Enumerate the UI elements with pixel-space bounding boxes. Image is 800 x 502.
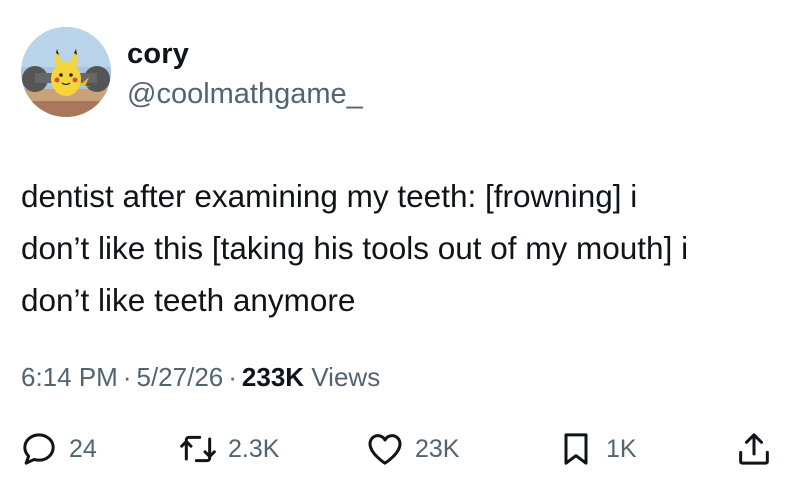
- share-icon: [739, 433, 769, 465]
- views-count: 233K: [241, 362, 305, 392]
- retweet-button[interactable]: 2.3K: [178, 424, 279, 474]
- reply-count: 24: [69, 434, 97, 463]
- bookmark-button[interactable]: 1K: [556, 424, 637, 474]
- tweet-meta: 6:14 PM · 5/27/26 · 233K Views: [21, 362, 380, 393]
- author-display-name[interactable]: cory: [127, 38, 189, 71]
- heart-icon: [368, 434, 402, 465]
- bookmark-icon: [564, 433, 588, 465]
- like-count: 23K: [415, 434, 460, 463]
- meta-separator: ·: [228, 362, 237, 392]
- tweet-date[interactable]: 5/27/26: [137, 362, 224, 392]
- avatar[interactable]: [21, 27, 111, 117]
- retweet-count: 2.3K: [228, 434, 280, 463]
- share-button[interactable]: [734, 424, 774, 474]
- tweet-time[interactable]: 6:14 PM: [21, 362, 118, 392]
- reply-icon: [23, 433, 55, 465]
- like-button[interactable]: 23K: [365, 424, 459, 474]
- action-bar: 24 2.3K 23K 1K: [0, 424, 800, 474]
- meta-separator: ·: [122, 362, 132, 392]
- pikachu-avatar-icon: [21, 27, 111, 117]
- tweet-text: dentist after examining my teeth: [frown…: [21, 178, 689, 318]
- author-handle[interactable]: @coolmathgame_: [127, 78, 363, 111]
- retweet-icon: [180, 435, 216, 463]
- views-label: Views: [311, 362, 381, 392]
- reply-button[interactable]: 24: [19, 424, 97, 474]
- bookmark-count: 1K: [606, 434, 637, 463]
